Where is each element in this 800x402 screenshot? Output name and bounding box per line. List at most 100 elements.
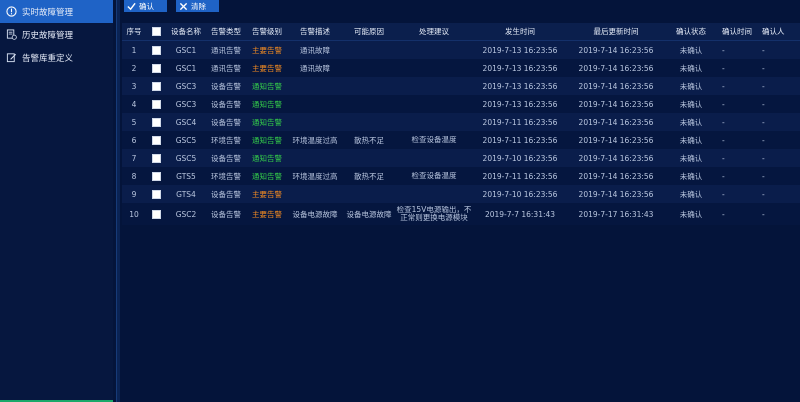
row-update-time: 2019-7-14 16:23:56 xyxy=(578,99,654,109)
row-update-time: 2019-7-14 16:23:56 xyxy=(578,189,654,199)
row-checkbox[interactable] xyxy=(151,117,161,127)
sidebar-item-history-fault[interactable]: 历史故障管理 xyxy=(0,23,113,46)
row-level: 主要告警 xyxy=(252,45,282,55)
header-confirm-time[interactable]: 确认时间 xyxy=(718,26,762,37)
row-status: 未确认 xyxy=(679,189,703,199)
header-desc[interactable]: 告警描述 xyxy=(288,26,342,37)
header-confirm-user[interactable]: 确认人 xyxy=(762,26,800,37)
row-select[interactable] xyxy=(146,117,166,127)
row-confirm-time: - xyxy=(722,171,725,181)
row-device: GSC2 xyxy=(175,209,197,219)
table-row[interactable]: 6 GSC5 环境告警 通知告警 环境温度过高 散热不足 检查设备温度 2019-7-11 1… xyxy=(122,131,800,149)
row-device: GTS5 xyxy=(176,171,196,181)
row-occur-time: 2019-7-7 16:31:43 xyxy=(484,209,556,219)
row-checkbox[interactable] xyxy=(151,63,161,73)
row-desc: 通讯故障 xyxy=(300,63,330,73)
row-confirm-user: - xyxy=(762,153,765,163)
row-confirm-time: - xyxy=(722,135,725,145)
row-select[interactable] xyxy=(146,63,166,73)
row-checkbox[interactable] xyxy=(151,189,161,199)
clear-button[interactable]: 清除 xyxy=(176,0,219,12)
header-type[interactable]: 告警类型 xyxy=(206,26,246,37)
row-device: GSC5 xyxy=(175,135,197,145)
row-confirm-time: - xyxy=(722,63,725,73)
row-type: 设备告警 xyxy=(211,99,241,109)
row-confirm-time: - xyxy=(722,117,725,127)
row-select[interactable] xyxy=(146,153,166,163)
header-status[interactable]: 确认状态 xyxy=(664,26,718,37)
row-type: 通讯告警 xyxy=(211,45,241,55)
edit-icon xyxy=(6,52,17,63)
row-checkbox[interactable] xyxy=(151,81,161,91)
row-device: GSC1 xyxy=(175,63,197,73)
row-select[interactable] xyxy=(146,189,166,199)
row-type: 环境告警 xyxy=(211,171,241,181)
row-checkbox[interactable] xyxy=(151,45,161,55)
sidebar-item-realtime-fault[interactable]: 实时故障管理 xyxy=(0,0,113,23)
row-select[interactable] xyxy=(146,171,166,181)
header-index[interactable]: 序号 xyxy=(122,26,146,37)
table-row[interactable]: 9 GTS4 设备告警 主要告警 2019-7-10 16:23:56 2019-7-14… xyxy=(122,185,800,203)
row-device: GSC3 xyxy=(175,99,197,109)
row-select[interactable] xyxy=(146,99,166,109)
header-device[interactable]: 设备名称 xyxy=(166,26,206,37)
row-occur-time: 2019-7-13 16:23:56 xyxy=(482,45,558,55)
row-status: 未确认 xyxy=(679,209,703,219)
row-occur-time: 2019-7-10 16:23:56 xyxy=(482,153,558,163)
table-row[interactable]: 10 GSC2 设备告警 主要告警 设备电源故障 设备电源故障 检查15V电源输出，不正常则… xyxy=(122,203,800,225)
row-checkbox[interactable] xyxy=(151,171,161,181)
row-confirm-user: - xyxy=(762,63,765,73)
row-level: 主要告警 xyxy=(252,189,282,199)
row-level: 通知告警 xyxy=(252,135,282,145)
row-confirm-time: - xyxy=(722,189,725,199)
row-select[interactable] xyxy=(146,81,166,91)
sidebar-item-label: 历史故障管理 xyxy=(22,30,74,41)
header-occur-time[interactable]: 发生时间 xyxy=(472,26,568,37)
row-checkbox[interactable] xyxy=(151,209,161,219)
header-level[interactable]: 告警级别 xyxy=(246,26,288,37)
header-cause[interactable]: 可能原因 xyxy=(342,26,396,37)
table-row[interactable]: 1 GSC1 通讯告警 主要告警 通讯故障 2019-7-13 16:23:56 2019-… xyxy=(122,41,800,59)
row-checkbox[interactable] xyxy=(151,135,161,145)
row-desc: 通讯故障 xyxy=(300,45,330,55)
row-status: 未确认 xyxy=(679,135,703,145)
confirm-button-label: 确认 xyxy=(139,1,154,11)
row-level: 通知告警 xyxy=(252,153,282,163)
table-row[interactable]: 7 GSC5 设备告警 通知告警 2019-7-10 16:23:56 2019-7-14… xyxy=(122,149,800,167)
confirm-button[interactable]: 确认 xyxy=(124,0,167,12)
row-index: 5 xyxy=(131,117,137,127)
row-checkbox[interactable] xyxy=(151,153,161,163)
row-checkbox[interactable] xyxy=(151,99,161,109)
row-index: 9 xyxy=(131,189,137,199)
row-update-time: 2019-7-14 16:23:56 xyxy=(578,81,654,91)
header-update-time[interactable]: 最后更新时间 xyxy=(568,26,664,37)
row-select[interactable] xyxy=(146,45,166,55)
table-row[interactable]: 2 GSC1 通讯告警 主要告警 通讯故障 2019-7-13 16:23:56 2019-… xyxy=(122,59,800,77)
table-row[interactable]: 8 GTS5 环境告警 通知告警 环境温度过高 散热不足 检查设备温度 2019-7-11 1… xyxy=(122,167,800,185)
table-row[interactable]: 4 GSC3 设备告警 通知告警 2019-7-13 16:23:56 2019-7-14… xyxy=(122,95,800,113)
row-occur-time: 2019-7-13 16:23:56 xyxy=(482,63,558,73)
header-select-all[interactable] xyxy=(146,27,166,36)
table-row[interactable]: 5 GSC4 设备告警 通知告警 2019-7-11 16:23:56 2019-7-14… xyxy=(122,113,800,131)
sidebar-item-label: 告警库重定义 xyxy=(22,53,74,64)
row-level: 通知告警 xyxy=(252,117,282,127)
row-select[interactable] xyxy=(146,135,166,145)
row-level: 主要告警 xyxy=(252,209,282,219)
table-row[interactable]: 3 GSC3 设备告警 通知告警 2019-7-13 16:23:56 2019-7-14… xyxy=(122,77,800,95)
sidebar-item-alarm-redefine[interactable]: 告警库重定义 xyxy=(0,46,113,69)
row-confirm-user: - xyxy=(762,99,765,109)
select-all-checkbox[interactable] xyxy=(151,27,161,36)
row-index: 4 xyxy=(131,99,137,109)
row-device: GSC1 xyxy=(175,45,197,55)
header-suggest[interactable]: 处理建议 xyxy=(396,28,472,36)
row-confirm-user: - xyxy=(762,45,765,55)
history-list-icon xyxy=(6,29,17,40)
row-occur-time: 2019-7-13 16:23:56 xyxy=(482,99,558,109)
table-body: 1 GSC1 通讯告警 主要告警 通讯故障 2019-7-13 16:23:56 2019-… xyxy=(122,41,800,225)
row-select[interactable] xyxy=(146,209,166,219)
alert-circle-icon xyxy=(6,6,17,17)
row-type: 设备告警 xyxy=(211,81,241,91)
row-update-time: 2019-7-17 16:31:43 xyxy=(578,209,654,219)
sidebar-splitter[interactable] xyxy=(116,0,120,402)
row-index: 1 xyxy=(131,45,137,55)
